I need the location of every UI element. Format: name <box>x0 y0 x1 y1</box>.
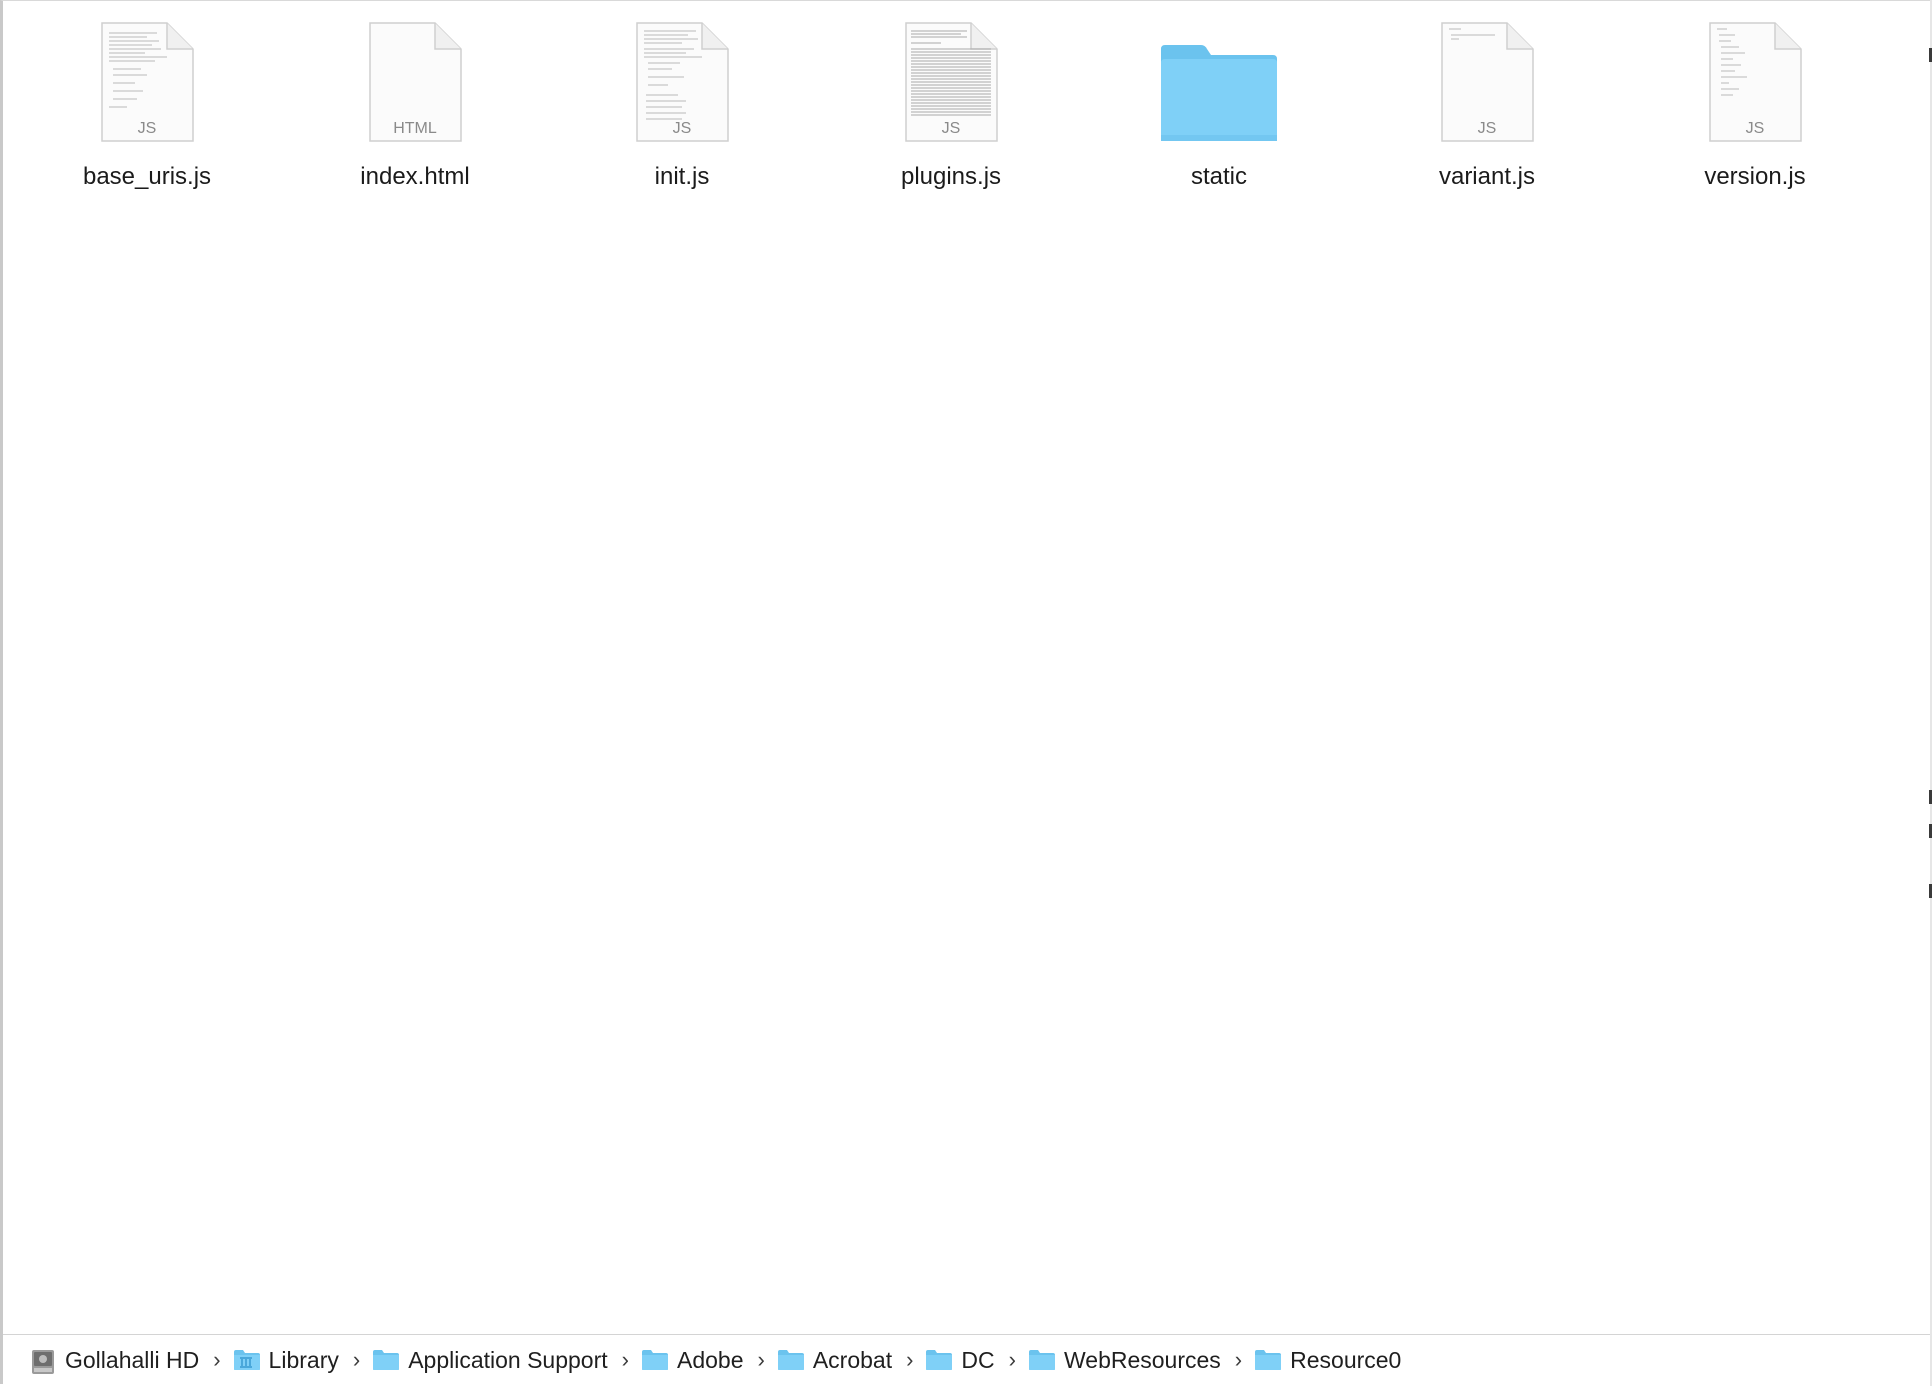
path-item-label: Adobe <box>676 1347 744 1373</box>
file-kind-badge: JS <box>138 120 157 137</box>
path-separator: › <box>352 1346 361 1372</box>
path-separator: › <box>1234 1346 1243 1372</box>
path-item-resource0[interactable]: Resource0 <box>1254 1341 1401 1381</box>
file-plugins-js[interactable]: JS plugins.js <box>831 19 1071 199</box>
path-item-gollahalli-hd[interactable]: Gollahalli HD <box>29 1341 199 1381</box>
path-item-label: Resource0 <box>1290 1347 1402 1373</box>
folder-name: static <box>1190 163 1247 190</box>
folder-icon <box>1028 1349 1056 1373</box>
path-item-adobe[interactable]: Adobe <box>641 1341 744 1381</box>
path-separator: › <box>757 1346 765 1372</box>
path-item-label: Gollahalli HD <box>65 1347 200 1373</box>
path-item-acrobat[interactable]: Acrobat <box>777 1341 892 1381</box>
file-kind-badge: JS <box>673 120 692 137</box>
path-item-library[interactable]: Library <box>233 1341 339 1381</box>
html-document-icon: HTML <box>350 19 480 145</box>
file-name: index.html <box>360 163 470 190</box>
path-item-label: Application Support <box>408 1347 608 1373</box>
file-name: plugins.js <box>900 163 1002 190</box>
file-kind-badge: JS <box>1746 120 1765 137</box>
path-item-label: WebResources <box>1063 1347 1221 1373</box>
path-item-label: Acrobat <box>812 1347 893 1373</box>
js-document-icon: JS <box>886 19 1016 145</box>
path-item-webresources[interactable]: WebResources <box>1028 1341 1221 1381</box>
file-init-js[interactable]: JS init.js <box>562 19 802 199</box>
folder-icon <box>777 1349 805 1373</box>
file-kind-badge: HTML <box>393 120 437 137</box>
hard-drive-icon <box>29 1349 57 1374</box>
path-separator: › <box>621 1346 629 1372</box>
folder-icon <box>641 1349 669 1373</box>
finder-window: JS base_uris.js HTML index.html JS init.… <box>0 0 1930 1384</box>
js-document-icon: JS <box>1690 19 1820 145</box>
library-folder-icon <box>233 1349 261 1373</box>
folder-icon <box>372 1349 400 1373</box>
file-name: variant.js <box>1438 163 1536 190</box>
path-item-label: DC <box>961 1347 995 1373</box>
file-name: version.js <box>1704 163 1806 190</box>
file-name: base_uris.js <box>82 163 212 190</box>
folder-static[interactable]: static <box>1099 19 1339 199</box>
file-kind-badge: JS <box>1478 120 1497 137</box>
path-item-label: Library <box>268 1347 339 1373</box>
file-name: init.js <box>654 163 710 190</box>
path-item-dc[interactable]: DC <box>925 1341 995 1381</box>
path-separator: › <box>213 1346 221 1372</box>
file-index-html[interactable]: HTML index.html <box>295 19 535 199</box>
folder-icon <box>1154 19 1284 145</box>
folder-icon <box>1254 1349 1282 1373</box>
file-kind-badge: JS <box>942 120 961 137</box>
path-item-application-support[interactable]: Application Support <box>372 1341 608 1381</box>
js-document-icon: JS <box>1422 19 1552 145</box>
file-icon-grid: JS base_uris.js HTML index.html JS init.… <box>3 1 1932 201</box>
file-base-uris-js[interactable]: JS base_uris.js <box>27 19 267 199</box>
path-bar: Gollahalli HD › Library › Application Su… <box>3 1334 1930 1386</box>
file-variant-js[interactable]: JS variant.js <box>1367 19 1607 199</box>
folder-icon <box>925 1349 953 1373</box>
js-document-icon: JS <box>82 19 212 145</box>
path-separator: › <box>906 1346 914 1372</box>
js-document-icon: JS <box>617 19 747 145</box>
file-version-js[interactable]: JS version.js <box>1635 19 1875 199</box>
path-separator: › <box>1008 1346 1016 1372</box>
